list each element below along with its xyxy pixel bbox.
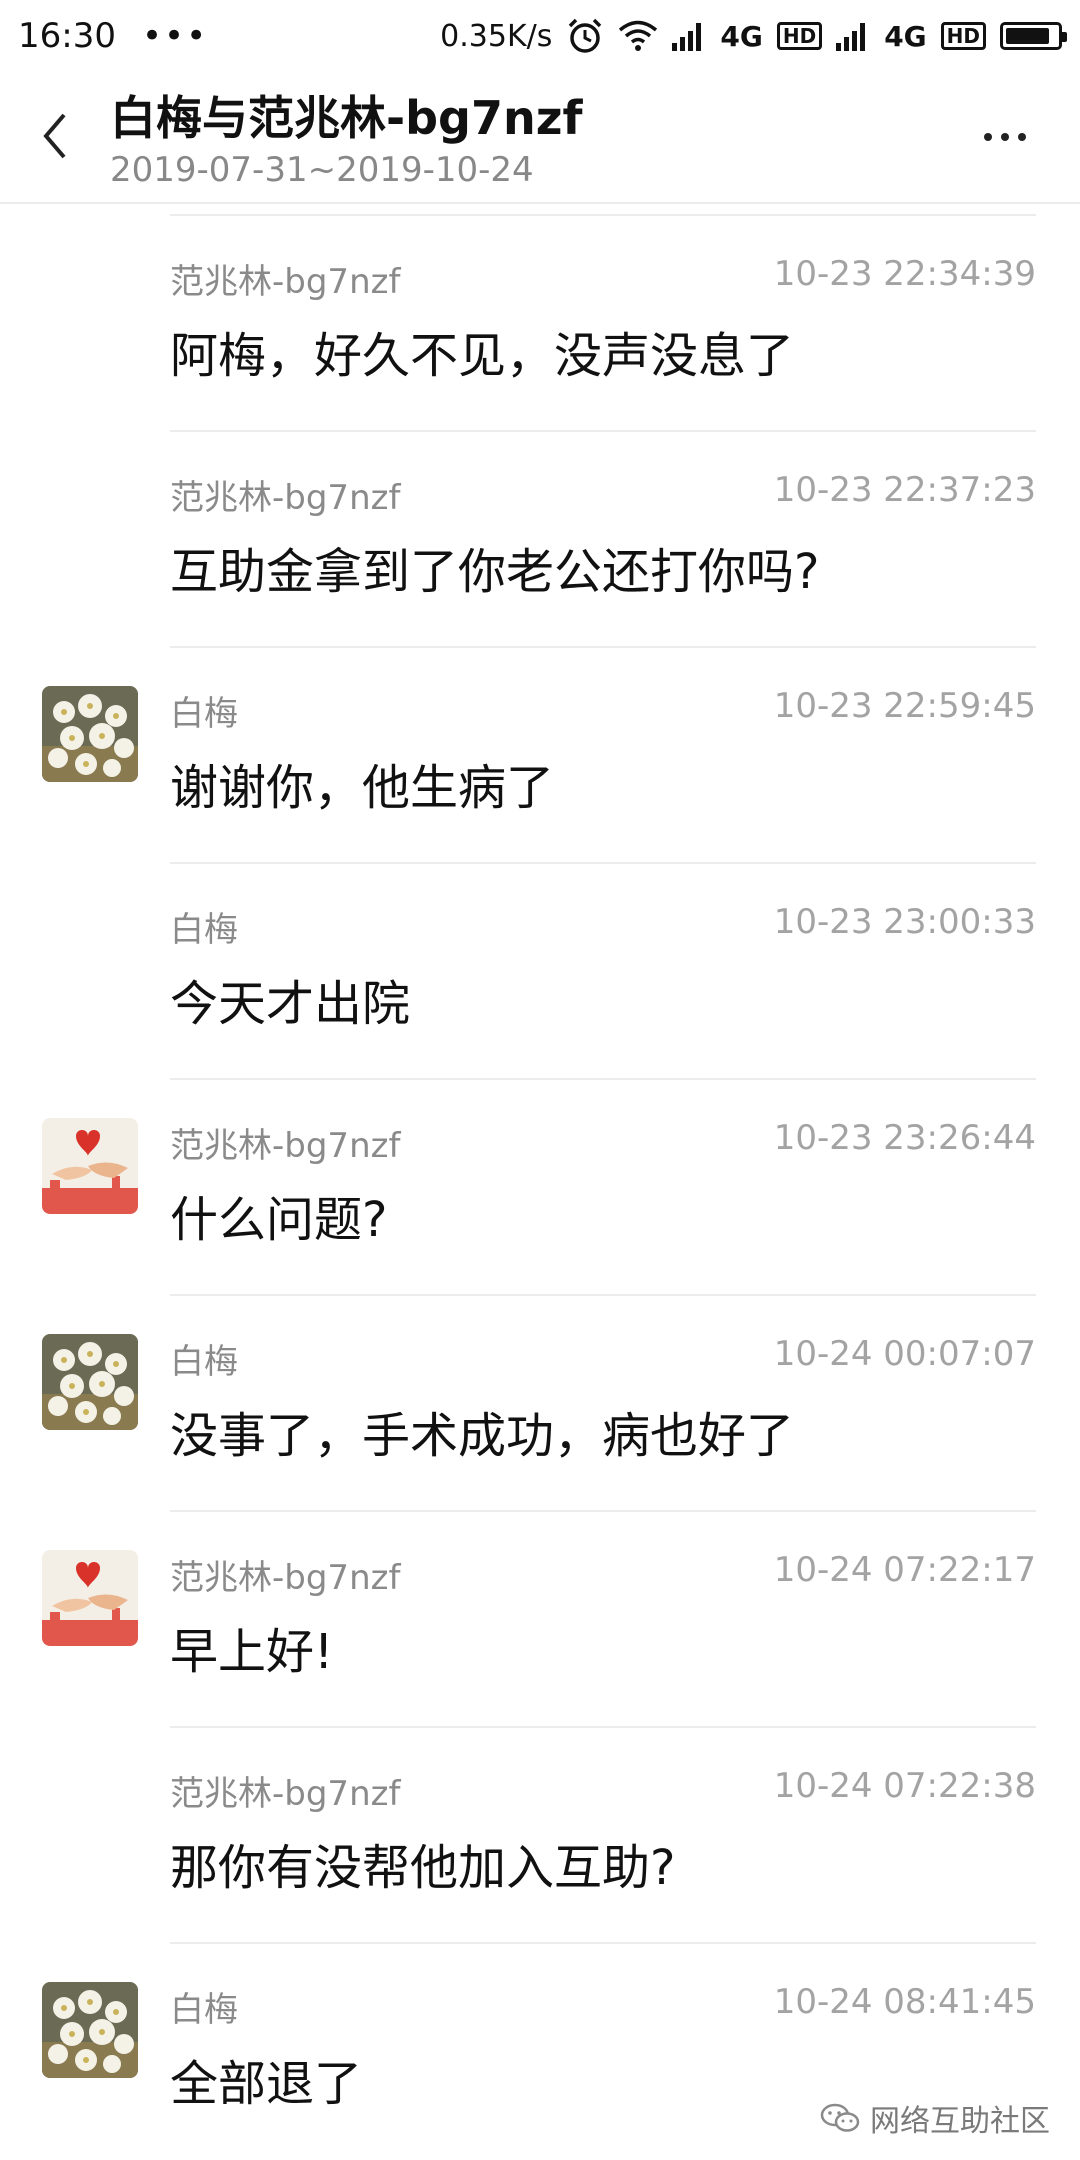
watermark: 网络互助社区 [820,2096,1050,2140]
signal-icon-2 [836,21,870,51]
message-time: 10-23 23:26:44 [773,1118,1036,1158]
message-time: 10-24 08:41:45 [773,1982,1036,2022]
message-time: 10-24 07:22:38 [773,1766,1036,1806]
wechat-icon [820,2103,860,2132]
message-item[interactable]: 白梅 10-23 23:00:33 今天才出院 [0,864,1080,1080]
message-time: 10-23 23:00:33 [773,902,1036,942]
message-sender: 范兆林-bg7nzf [170,1774,401,1814]
network-speed: 0.35K/s [440,18,553,54]
battery-level [1006,28,1049,44]
chat-header: 白梅与范兆林-bg7nzf 2019-07-31~2019-10-24 [0,72,1080,204]
hd-badge: HD [776,22,823,50]
message-time: 10-23 22:59:45 [773,686,1036,726]
status-time: 16:30 [18,16,116,56]
message-sender: 范兆林-bg7nzf [170,1126,401,1166]
message-item[interactable]: 范兆林-bg7nzf 10-23 22:37:23 互助金拿到了你老公还打你吗? [0,432,1080,648]
avatar-hands-heart[interactable] [42,1550,138,1646]
date-range: 2019-07-31~2019-10-24 [110,150,534,190]
message-text: 今天才出院 [170,976,411,1032]
message-sender: 范兆林-bg7nzf [170,478,401,518]
more-options-button[interactable] [970,112,1040,162]
battery-icon [1000,22,1067,50]
page-title: 白梅与范兆林-bg7nzf [110,91,583,145]
message-item[interactable]: 范兆林-bg7nzf 10-23 22:34:39 阿梅，好久不见，没声没息了 [0,216,1080,432]
avatar-flowers[interactable] [42,686,138,782]
message-time: 10-23 22:34:39 [773,254,1036,294]
back-button[interactable] [30,106,80,166]
signal-icon [672,21,706,51]
message-item[interactable]: 范兆林-bg7nzf 10-23 23:26:44 什么问题? [0,1080,1080,1296]
message-text: 互助金拿到了你老公还打你吗? [170,544,820,600]
message-sender: 范兆林-bg7nzf [170,1558,401,1598]
message-text: 没事了，手术成功，病也好了 [170,1408,795,1464]
message-text: 早上好! [170,1624,334,1680]
wifi-icon [618,20,658,52]
message-sender: 白梅 [170,694,238,734]
dot-icon [984,133,992,141]
message-text: 那你有没帮他加入互助? [170,1840,676,1896]
message-text: 谢谢你，他生病了 [170,760,555,816]
message-item[interactable]: 范兆林-bg7nzf 10-24 07:22:17 早上好! [0,1512,1080,1728]
message-text: 全部退了 [170,2056,363,2112]
message-time: 10-24 00:07:07 [773,1334,1036,1374]
avatar-flowers[interactable] [42,1334,138,1430]
message-item[interactable]: 白梅 10-23 22:59:45 谢谢你，他生病了 [0,648,1080,864]
hd-badge-2: HD [940,22,986,50]
more-notifications-icon: ••• [141,16,209,56]
message-text: 阿梅，好久不见，没声没息了 [170,328,795,384]
message-sender: 白梅 [170,1990,238,2030]
status-bar: 16:30 ••• 0.35K/s 4G HD 4G HD [0,0,1080,72]
dot-icon [1001,133,1009,141]
message-item[interactable]: 白梅 10-24 00:07:07 没事了，手术成功，病也好了 [0,1296,1080,1512]
alarm-icon [566,17,604,55]
dot-icon [1018,133,1026,141]
message-time: 10-23 22:37:23 [773,470,1036,510]
message-list[interactable]: 范兆林-bg7nzf 10-23 22:34:39 阿梅，好久不见，没声没息了 … [0,206,1080,2160]
avatar-hands-heart[interactable] [42,1118,138,1214]
message-time: 10-24 07:22:17 [773,1550,1036,1590]
avatar-flowers[interactable] [42,1982,138,2078]
chevron-left-icon [43,113,66,159]
status-indicators: 0.35K/s 4G HD 4G HD [440,17,1067,55]
message-sender: 白梅 [170,1342,238,1382]
message-sender: 白梅 [170,910,238,950]
message-item[interactable]: 范兆林-bg7nzf 10-24 07:22:38 那你有没帮他加入互助? [0,1728,1080,1944]
watermark-text: 网络互助社区 [870,2104,1050,2139]
network-type-label-2: 4G [884,19,927,53]
message-sender: 范兆林-bg7nzf [170,262,401,302]
message-text: 什么问题? [170,1192,388,1248]
network-type-label: 4G [720,19,763,53]
